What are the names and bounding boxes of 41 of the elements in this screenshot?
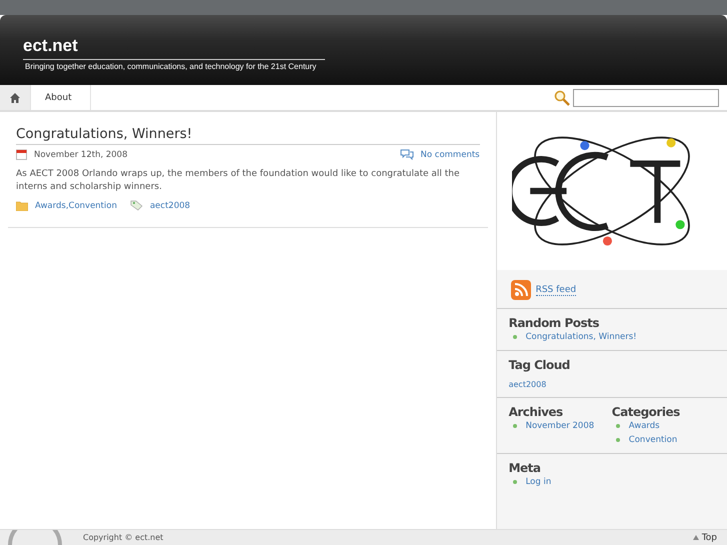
bullet-icon	[616, 438, 620, 442]
category-link[interactable]: Awards	[35, 200, 66, 210]
login-link[interactable]: Log in	[526, 477, 552, 487]
logo-icon	[5, 530, 65, 545]
rss-feed-link[interactable]: RSS feed	[536, 284, 576, 296]
widget-title: Random Posts	[508, 316, 600, 330]
bullet-icon	[512, 424, 517, 428]
tag-link[interactable]: aect2008	[150, 200, 190, 210]
widget-title: Categories	[612, 405, 681, 419]
category-link[interactable]: Convention	[628, 435, 678, 445]
widget-title: Meta	[508, 461, 542, 475]
up-arrow-icon	[692, 535, 699, 540]
category-link[interactable]: Convention	[68, 200, 117, 210]
post-date: November 12th, 2008	[34, 150, 128, 160]
bullet-icon	[512, 335, 517, 339]
site-title[interactable]: ect.net	[23, 35, 78, 57]
copyright-text: Copyright © ect.net	[83, 533, 164, 542]
nav-tab[interactable]: About	[31, 85, 91, 110]
post-link[interactable]: Congratulations, Winners!	[526, 332, 637, 342]
search-icon[interactable]	[554, 90, 570, 106]
widget-title: Archives	[508, 405, 564, 419]
back-to-top-link[interactable]: Top	[702, 532, 717, 542]
tag-icon	[130, 200, 143, 211]
home-tab[interactable]	[0, 85, 31, 110]
calendar-icon	[16, 149, 27, 160]
separator-comma: ,	[66, 200, 69, 210]
widget-title: Tag Cloud	[508, 358, 571, 372]
search-field[interactable]	[573, 88, 719, 106]
folder-icon	[16, 200, 28, 210]
archive-link[interactable]: November 2008	[526, 421, 594, 431]
rss-icon[interactable]	[510, 280, 531, 300]
category-link[interactable]: Awards	[628, 421, 660, 431]
bullet-icon	[616, 424, 620, 428]
tag-link[interactable]: aect2008	[508, 380, 546, 389]
site-tagline: Bringing together education, communications, and technology for the 21st Century	[23, 59, 325, 71]
post-excerpt: As AECT 2008 Orlando wraps up, the members of the foundation would like to congratulate all the interns and scholarship winners.	[16, 168, 461, 194]
bullet-icon	[512, 480, 517, 484]
speech-bubbles-icon	[400, 149, 414, 160]
comments-link[interactable]: No comments	[420, 150, 480, 160]
house-icon	[10, 92, 20, 102]
post-title[interactable]: Congratulations, Winners!	[16, 126, 480, 145]
